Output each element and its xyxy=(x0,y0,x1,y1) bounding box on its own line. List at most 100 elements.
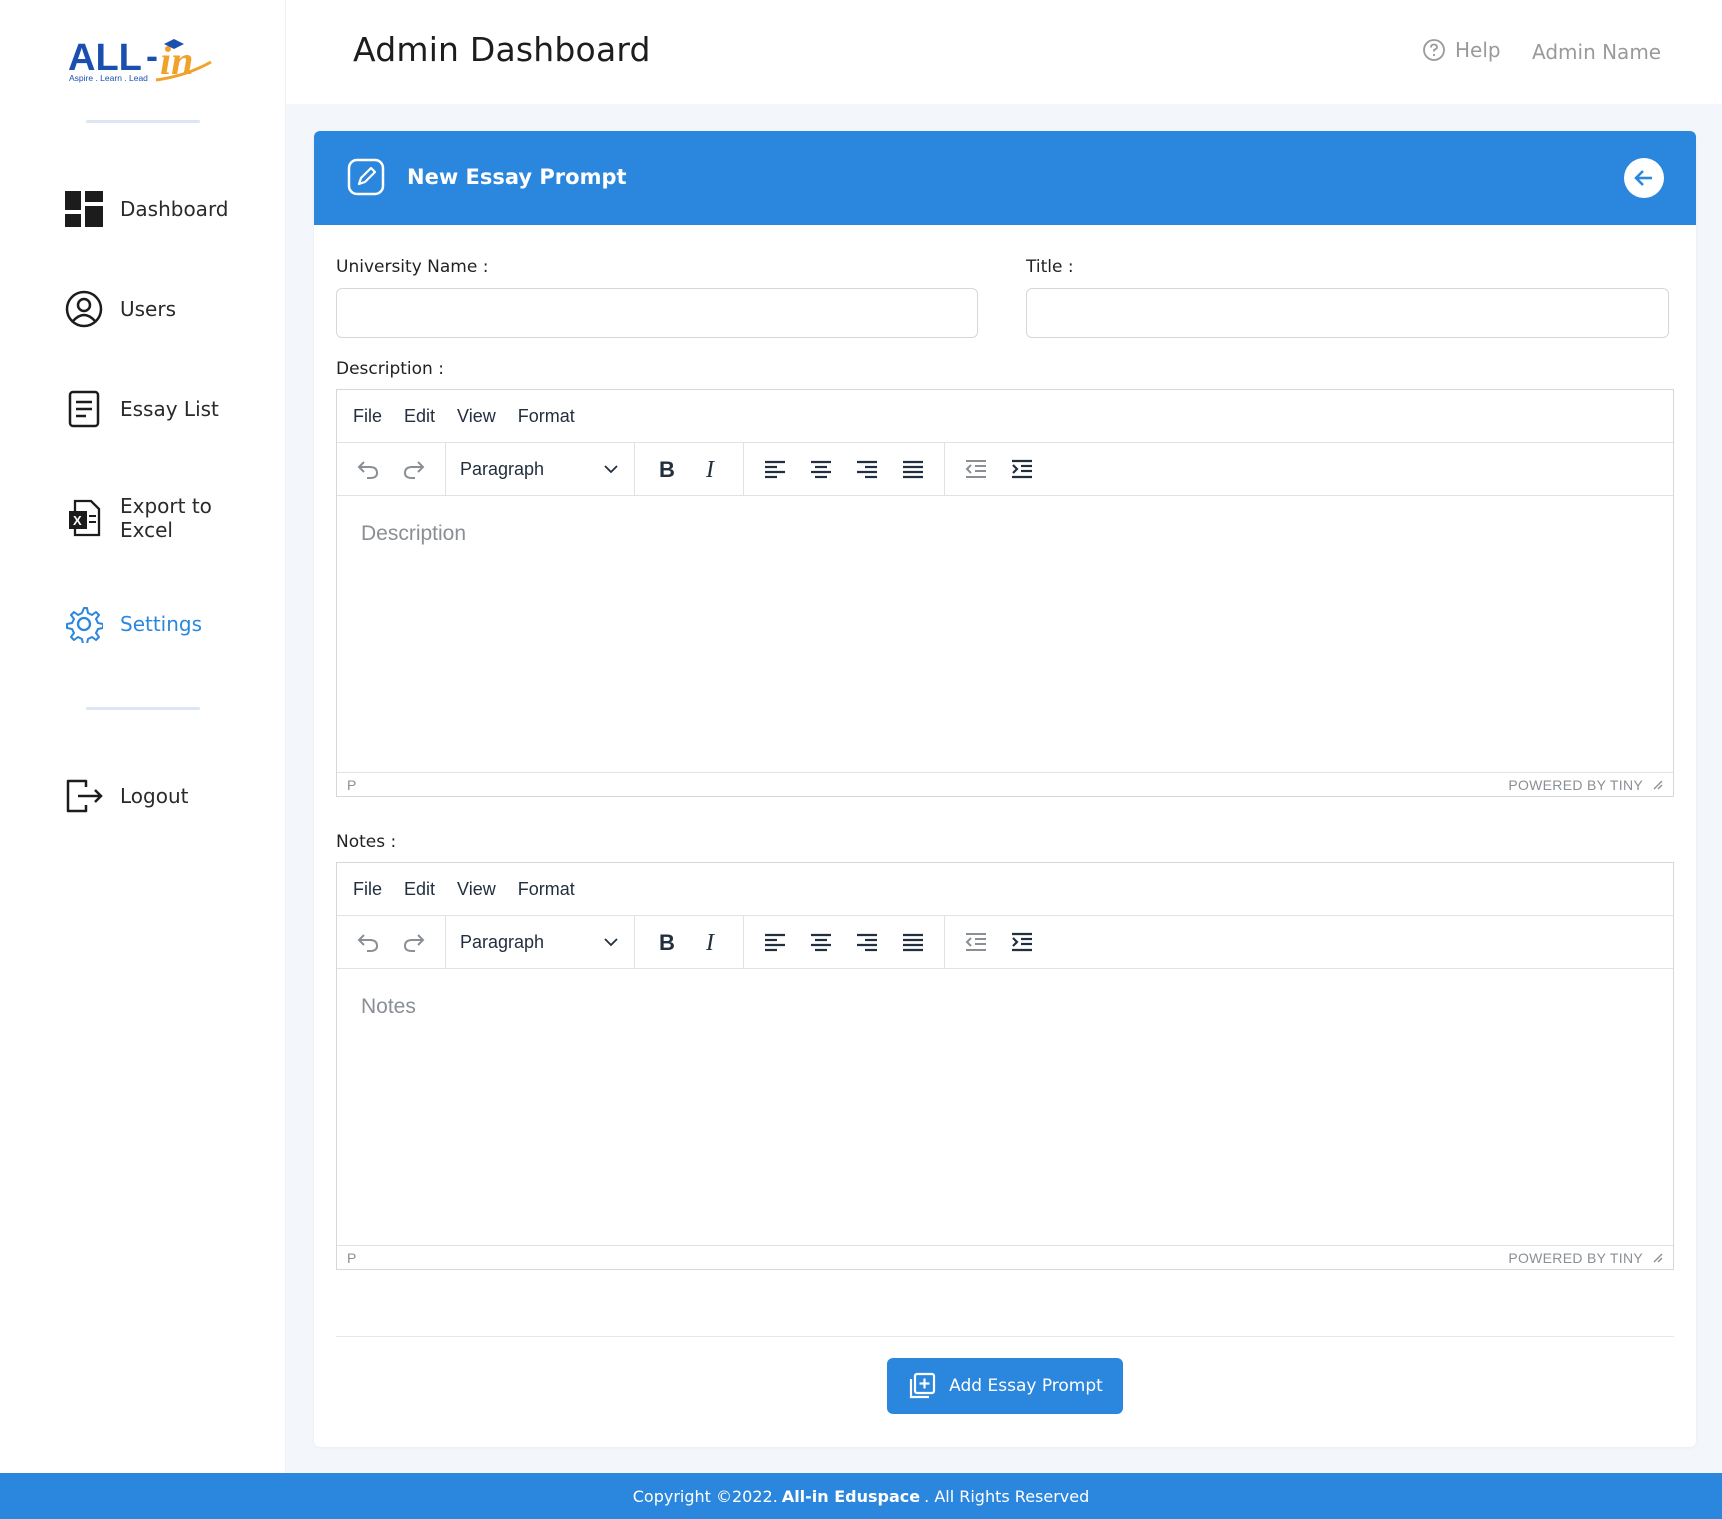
sidebar-item-essay-list[interactable]: Essay List xyxy=(64,389,219,429)
align-left-icon xyxy=(765,460,785,479)
align-center-button[interactable] xyxy=(798,450,844,488)
text-style-group: B I xyxy=(635,916,744,968)
element-path[interactable]: P xyxy=(347,777,356,793)
align-justify-button[interactable] xyxy=(890,923,936,961)
align-left-button[interactable] xyxy=(752,450,798,488)
block-format-select[interactable]: Paragraph xyxy=(454,450,626,488)
menu-format[interactable]: Format xyxy=(518,406,575,427)
sidebar-item-label: Essay List xyxy=(120,397,219,421)
text-style-group: B I xyxy=(635,443,744,495)
help-label: Help xyxy=(1455,38,1501,62)
title-input[interactable] xyxy=(1026,288,1669,338)
italic-button[interactable]: I xyxy=(689,450,735,488)
footer-brand: All-in Eduspace xyxy=(781,1486,921,1506)
description-editor: File Edit View Format Paragraph B I Desc… xyxy=(336,389,1674,797)
redo-button[interactable] xyxy=(391,450,437,488)
description-editor-body[interactable]: Description xyxy=(337,496,1673,772)
top-header: Admin Dashboard Help Admin Name xyxy=(286,0,1722,104)
user-circle-icon xyxy=(64,289,104,329)
bold-button[interactable]: B xyxy=(643,923,689,961)
menu-edit[interactable]: Edit xyxy=(404,879,435,900)
italic-button[interactable]: I xyxy=(689,923,735,961)
undo-button[interactable] xyxy=(345,450,391,488)
outdent-button[interactable] xyxy=(953,923,999,961)
svg-text:I: I xyxy=(705,931,715,953)
resize-handle-icon[interactable] xyxy=(1653,780,1663,790)
sidebar-item-label: Dashboard xyxy=(120,197,229,221)
add-essay-prompt-label: Add Essay Prompt xyxy=(949,1376,1103,1396)
align-justify-button[interactable] xyxy=(890,450,936,488)
align-center-button[interactable] xyxy=(798,923,844,961)
notes-placeholder: Notes xyxy=(361,995,416,1018)
description-placeholder: Description xyxy=(361,522,467,545)
outdent-button[interactable] xyxy=(953,450,999,488)
editor-statusbar: P POWERED BY TINY xyxy=(337,1245,1673,1269)
sidebar-item-settings[interactable]: Settings xyxy=(64,604,202,644)
svg-text:Aspire . Learn . Lead: Aspire . Learn . Lead xyxy=(69,73,148,83)
element-path[interactable]: P xyxy=(347,1250,356,1266)
notes-editor: File Edit View Format Paragraph B I Note… xyxy=(336,862,1674,1270)
description-label: Description : xyxy=(336,359,444,379)
align-group xyxy=(744,916,945,968)
sidebar-divider xyxy=(86,707,200,710)
powered-by-link[interactable]: POWERED BY TINY xyxy=(1508,1250,1643,1266)
align-justify-icon xyxy=(903,460,923,479)
help-link[interactable]: Help xyxy=(1422,38,1501,62)
menu-file[interactable]: File xyxy=(353,406,382,427)
menu-format[interactable]: Format xyxy=(518,879,575,900)
logout-icon xyxy=(64,776,104,816)
menu-edit[interactable]: Edit xyxy=(404,406,435,427)
add-essay-prompt-button[interactable]: Add Essay Prompt xyxy=(887,1358,1123,1414)
redo-button[interactable] xyxy=(391,923,437,961)
undo-button[interactable] xyxy=(345,923,391,961)
sidebar: ALL - in Aspire . Learn . Lead Dashboard xyxy=(0,0,286,1473)
university-name-input[interactable] xyxy=(336,288,978,338)
bold-icon: B xyxy=(659,931,675,953)
sidebar-item-dashboard[interactable]: Dashboard xyxy=(64,189,229,229)
block-format-value: Paragraph xyxy=(460,931,545,952)
align-left-button[interactable] xyxy=(752,923,798,961)
sidebar-divider xyxy=(86,120,200,123)
card-header: New Essay Prompt xyxy=(314,131,1696,225)
powered-by-link[interactable]: POWERED BY TINY xyxy=(1508,777,1643,793)
sidebar-item-users[interactable]: Users xyxy=(64,289,176,329)
sidebar-item-logout[interactable]: Logout xyxy=(64,776,188,816)
block-format-value: Paragraph xyxy=(460,458,545,479)
align-right-button[interactable] xyxy=(844,923,890,961)
history-group xyxy=(337,443,446,495)
resize-handle-icon[interactable] xyxy=(1653,1253,1663,1263)
title-label: Title : xyxy=(1026,257,1074,277)
menu-file[interactable]: File xyxy=(353,879,382,900)
outdent-icon xyxy=(965,460,986,478)
bold-button[interactable]: B xyxy=(643,450,689,488)
footer-copyright: Copyright ©2022. xyxy=(632,1486,778,1506)
chevron-down-icon xyxy=(604,938,618,947)
excel-icon: X xyxy=(64,498,104,538)
bold-icon: B xyxy=(659,458,675,480)
admin-name[interactable]: Admin Name xyxy=(1532,40,1661,64)
footer: Copyright ©2022. All-in Eduspace . All R… xyxy=(0,1473,1722,1519)
dashboard-icon xyxy=(64,189,104,229)
menu-view[interactable]: View xyxy=(457,879,496,900)
university-name-label: University Name : xyxy=(336,257,489,277)
indent-button[interactable] xyxy=(999,450,1045,488)
align-center-icon xyxy=(811,460,831,479)
svg-text:B: B xyxy=(659,458,675,480)
align-right-icon xyxy=(857,460,877,479)
align-left-icon xyxy=(765,933,785,952)
indent-button[interactable] xyxy=(999,923,1045,961)
align-right-button[interactable] xyxy=(844,450,890,488)
align-group xyxy=(744,443,945,495)
menu-view[interactable]: View xyxy=(457,406,496,427)
notes-editor-body[interactable]: Notes xyxy=(337,969,1673,1245)
block-format-select[interactable]: Paragraph xyxy=(454,923,626,961)
align-right-icon xyxy=(857,933,877,952)
back-button[interactable] xyxy=(1624,158,1664,198)
sidebar-item-label: Logout xyxy=(120,784,189,808)
footer-rights: . All Rights Reserved xyxy=(924,1486,1090,1506)
sidebar-item-export-excel[interactable]: X Export to Excel xyxy=(64,494,212,542)
brand-logo[interactable]: ALL - in Aspire . Learn . Lead xyxy=(68,34,218,86)
undo-icon xyxy=(357,934,379,952)
svg-text:B: B xyxy=(659,931,675,953)
document-list-icon xyxy=(64,389,104,429)
